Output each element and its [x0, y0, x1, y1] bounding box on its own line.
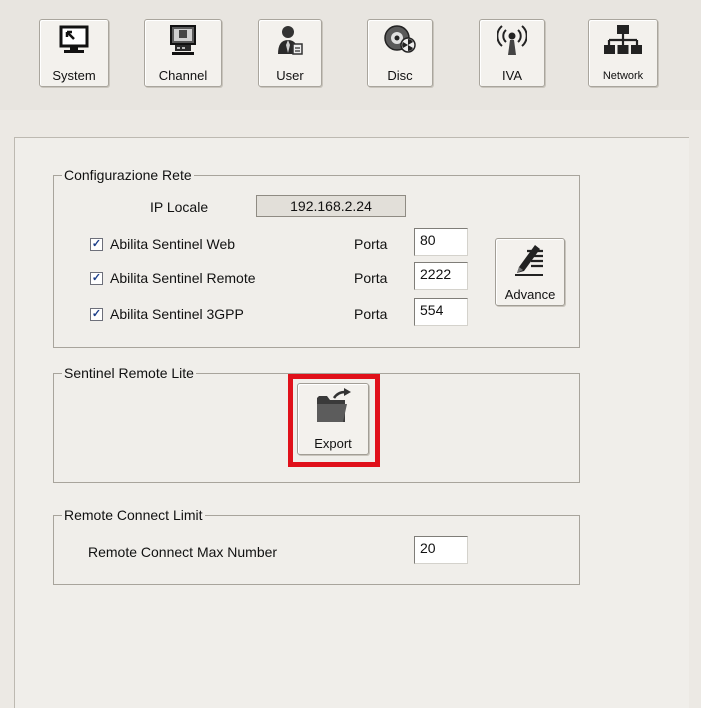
- remote-lite-legend: Sentinel Remote Lite: [62, 365, 196, 381]
- port-label-remote: Porta: [354, 270, 388, 286]
- user-label: User: [276, 68, 304, 83]
- camera-monitor-icon: [170, 25, 196, 55]
- folder-export-icon: [317, 388, 351, 422]
- enable-remote-label: Abilita Sentinel Remote: [110, 270, 256, 286]
- max-number-label: Remote Connect Max Number: [88, 544, 278, 560]
- network-config-group: Configurazione Rete IP Locale 192.168.2.…: [53, 167, 580, 348]
- system-label: System: [52, 68, 96, 83]
- iva-button[interactable]: IVA: [479, 19, 545, 87]
- enable-web-checkbox[interactable]: ✓: [90, 238, 103, 251]
- connect-limit-legend: Remote Connect Limit: [62, 507, 205, 523]
- advance-button[interactable]: Advance: [495, 238, 565, 306]
- disc-label: Disc: [387, 68, 413, 83]
- 3gpp-port-input[interactable]: 554: [414, 298, 468, 326]
- max-number-input[interactable]: 20: [414, 536, 468, 564]
- user-icon: [278, 26, 303, 55]
- enable-3gpp-checkbox[interactable]: ✓: [90, 308, 103, 321]
- advance-label: Advance: [504, 287, 556, 302]
- iva-label: IVA: [502, 68, 522, 83]
- channel-label: Channel: [158, 68, 208, 83]
- broadcast-icon: [497, 25, 527, 55]
- network-settings-panel: Configurazione Rete IP Locale 192.168.2.…: [14, 137, 689, 708]
- enable-web-label: Abilita Sentinel Web: [110, 236, 236, 252]
- port-label-3gpp: Porta: [354, 306, 388, 322]
- disc-button[interactable]: Disc: [367, 19, 433, 87]
- enable-3gpp-label: Abilita Sentinel 3GPP: [110, 306, 244, 322]
- ip-value: 192.168.2.24: [256, 195, 406, 217]
- disc-icon: [384, 25, 416, 53]
- export-button[interactable]: Export: [297, 383, 369, 455]
- enable-remote-checkbox[interactable]: ✓: [90, 272, 103, 285]
- connect-limit-group: Remote Connect Limit Remote Connect Max …: [53, 507, 580, 585]
- top-toolbar: System Channel User Disc IVA Network: [0, 0, 701, 110]
- system-button[interactable]: System: [39, 19, 109, 87]
- port-label-web: Porta: [354, 236, 388, 252]
- edit-list-icon: [515, 245, 543, 276]
- remote-port-input[interactable]: 2222: [414, 262, 468, 290]
- export-label: Export: [314, 436, 352, 451]
- network-label: Network: [602, 70, 644, 82]
- network-icon: [604, 25, 642, 54]
- ip-label: IP Locale: [150, 199, 209, 215]
- network-button[interactable]: Network: [588, 19, 658, 87]
- web-port-input[interactable]: 80: [414, 228, 468, 256]
- user-button[interactable]: User: [258, 19, 322, 87]
- monitor-icon: [59, 25, 89, 53]
- channel-button[interactable]: Channel: [144, 19, 222, 87]
- network-config-legend: Configurazione Rete: [62, 167, 194, 183]
